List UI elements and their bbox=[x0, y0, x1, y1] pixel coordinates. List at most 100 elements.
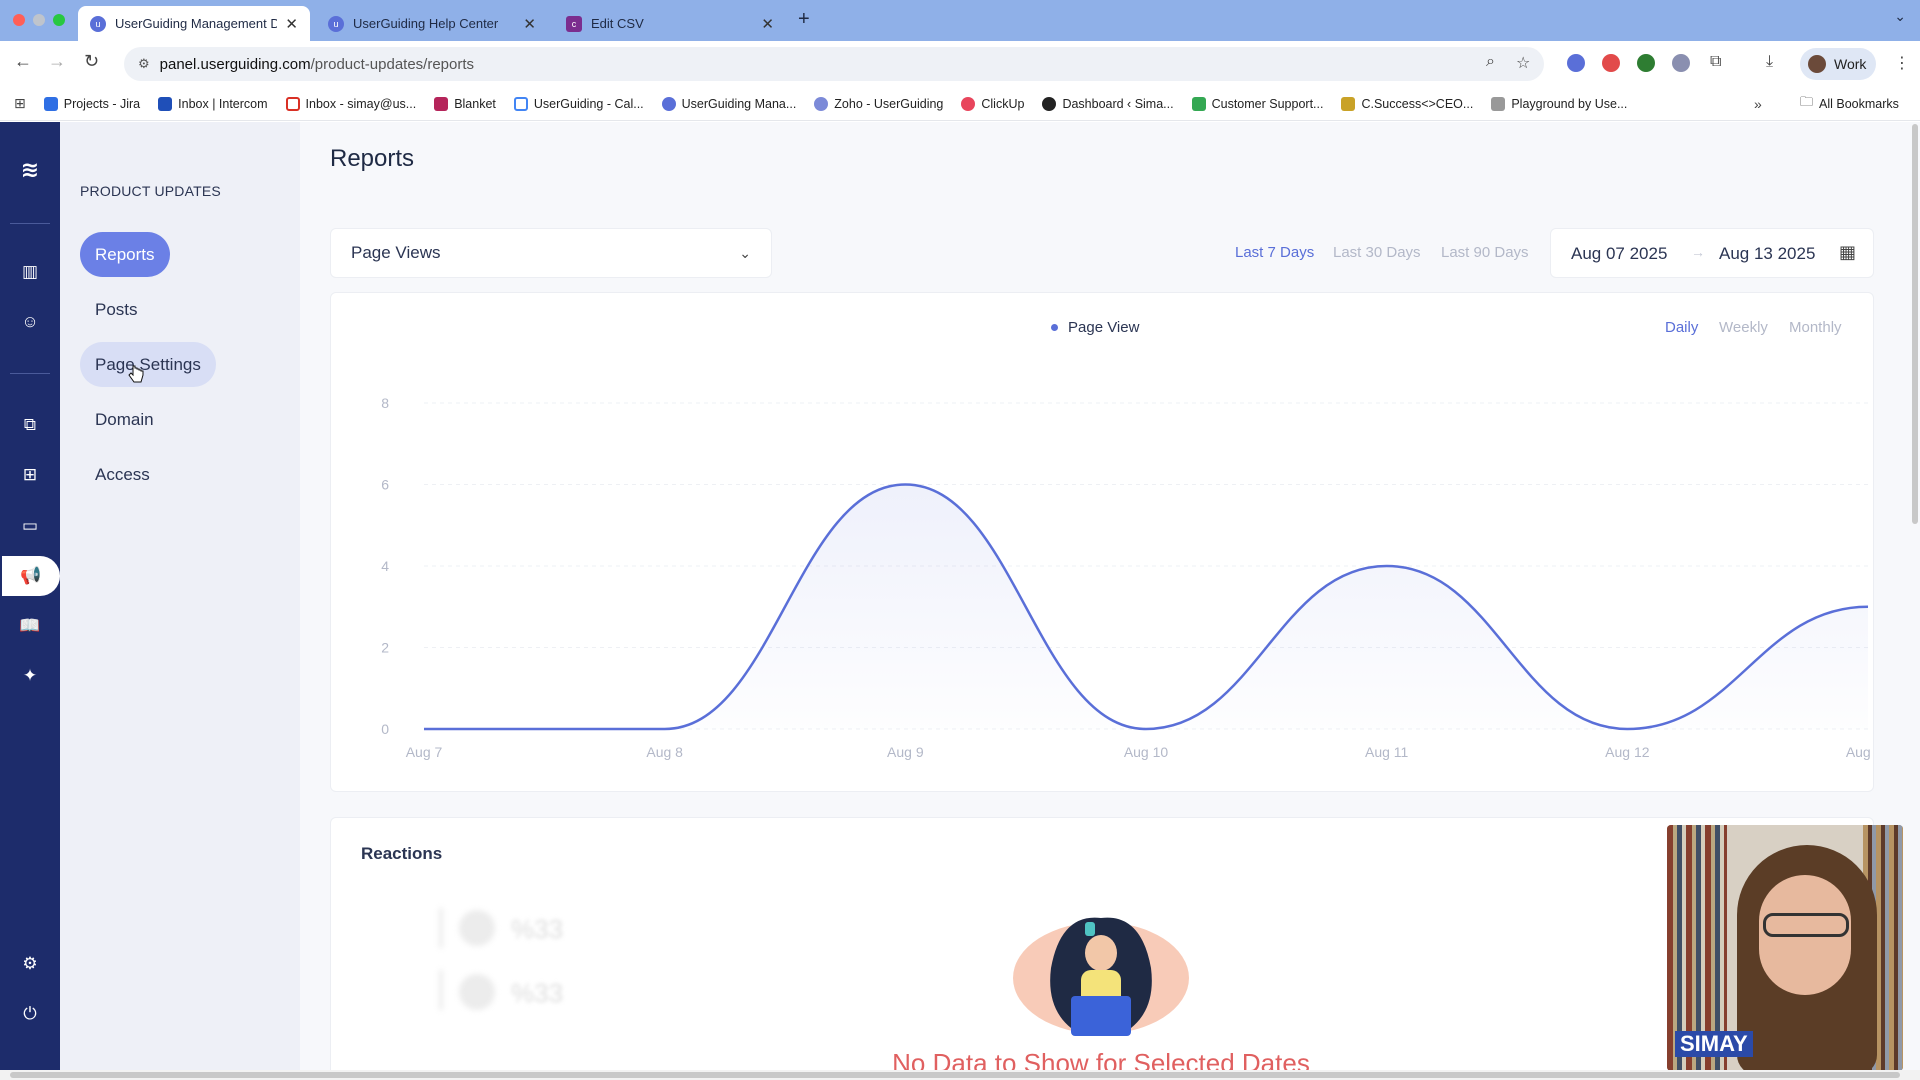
wordpress-icon bbox=[1042, 96, 1057, 111]
userguiding-favicon-icon: u bbox=[328, 15, 344, 32]
extension-icon[interactable] bbox=[1672, 54, 1690, 72]
guides-icon[interactable]: ⧉ bbox=[0, 405, 60, 445]
tab-search-chevron-icon[interactable]: ⌄ bbox=[1894, 8, 1906, 25]
close-tab-icon[interactable]: ✕ bbox=[285, 15, 298, 33]
y-tick-label: 8 bbox=[381, 395, 389, 411]
page-title: Reports bbox=[330, 145, 415, 172]
browser-toolbar: ← → ↻ ⚙ panel.userguiding.com/product-up… bbox=[0, 41, 1920, 87]
extension-icon[interactable] bbox=[1567, 54, 1585, 72]
jira-icon bbox=[43, 96, 58, 111]
bookmarks-bar: ⊞ Projects - Jira Inbox | Intercom Inbox… bbox=[0, 87, 1920, 121]
bookmark-item[interactable]: ClickUp bbox=[961, 96, 1024, 111]
close-window-icon[interactable] bbox=[13, 14, 25, 26]
x-tick-label: Aug 13 bbox=[1846, 744, 1875, 760]
bookmark-item[interactable]: UserGuiding - Cal... bbox=[513, 96, 644, 111]
new-tab-icon[interactable]: + bbox=[798, 8, 810, 31]
userguiding-logo-icon[interactable]: ≋ bbox=[0, 150, 60, 190]
placeholder-bar bbox=[439, 908, 443, 948]
sidebar-item-posts[interactable]: Posts bbox=[80, 287, 153, 332]
series-area bbox=[424, 484, 1868, 729]
metric-select[interactable]: Page Views ⌄ bbox=[330, 228, 772, 278]
logout-icon[interactable]: ⏻ bbox=[0, 994, 60, 1034]
x-tick-label: Aug 10 bbox=[1124, 744, 1169, 760]
maximize-window-icon[interactable] bbox=[53, 14, 65, 26]
userguiding-icon bbox=[661, 96, 676, 111]
calendar-icon[interactable]: ▦ bbox=[1839, 242, 1856, 263]
y-tick-label: 0 bbox=[381, 721, 389, 737]
range-last-7-days[interactable]: Last 7 Days bbox=[1235, 244, 1314, 261]
placeholder-percent: %33 bbox=[511, 978, 564, 1008]
placeholder-avatar bbox=[459, 974, 495, 1010]
google-drive-icon bbox=[1191, 96, 1206, 111]
users-icon[interactable]: ☺ bbox=[0, 302, 60, 342]
csv-favicon-icon: c bbox=[566, 15, 582, 32]
bookmark-item[interactable]: Customer Support... bbox=[1191, 96, 1323, 111]
address-bar[interactable]: ⚙ panel.userguiding.com/product-updates/… bbox=[124, 47, 1544, 81]
page-views-line-chart: 0 2 4 6 8 Aug 7 Aug 8 Aug 9 Aug 10 Aug 11 Aug 12 Au… bbox=[381, 395, 1875, 760]
y-tick-label: 4 bbox=[381, 558, 389, 574]
app-icon-rail: ≋ ▥ ☺ ⧉ ⊞ ▭ 📢 📖 ✦ ⚙ ⏻ bbox=[0, 122, 60, 1070]
bookmark-item[interactable]: Dashboard ‹ Sima... bbox=[1042, 96, 1174, 111]
glasses bbox=[1763, 913, 1849, 937]
date-range-picker[interactable]: Aug 07 2025 → Aug 13 2025 ▦ bbox=[1550, 228, 1874, 278]
messages-icon[interactable]: ▭ bbox=[0, 506, 60, 546]
bookmark-item[interactable]: Playground by Use... bbox=[1491, 96, 1627, 111]
profile-button[interactable]: Work bbox=[1800, 48, 1876, 80]
gmail-icon bbox=[285, 96, 300, 111]
ai-sparkle-icon[interactable]: ✦ bbox=[0, 656, 60, 696]
bookmark-item[interactable]: Projects - Jira bbox=[43, 96, 140, 111]
download-icon[interactable]: ⤓ bbox=[1766, 53, 1773, 71]
browser-tab-userguiding-management[interactable]: u UserGuiding Management Da ✕ bbox=[78, 6, 310, 41]
extension-icon[interactable] bbox=[1602, 54, 1620, 72]
bookmark-item[interactable]: UserGuiding Mana... bbox=[661, 96, 796, 111]
more-menu-icon[interactable]: ⋮ bbox=[1894, 53, 1910, 73]
vertical-scrollbar[interactable] bbox=[1910, 122, 1920, 1070]
x-tick-label: Aug 9 bbox=[887, 744, 924, 760]
x-tick-label: Aug 11 bbox=[1365, 744, 1409, 760]
site-info-icon[interactable]: ⚙ bbox=[138, 56, 150, 72]
layout-icon[interactable]: ⊞ bbox=[0, 455, 60, 495]
sidebar-item-reports[interactable]: Reports bbox=[80, 232, 170, 277]
menu-title: PRODUCT UPDATES bbox=[80, 183, 221, 199]
extensions-puzzle-icon[interactable]: ⧉ bbox=[1710, 53, 1721, 71]
reload-icon[interactable]: ↻ bbox=[84, 51, 99, 72]
product-updates-menu: PRODUCT UPDATES Reports Posts Page Setti… bbox=[60, 122, 300, 1070]
placeholder-percent: %33 bbox=[511, 914, 564, 944]
bookmark-item[interactable]: Zoho - UserGuiding bbox=[814, 96, 943, 111]
bookmark-item[interactable]: Blanket bbox=[434, 96, 496, 111]
range-last-90-days[interactable]: Last 90 Days bbox=[1441, 244, 1529, 261]
sidebar-item-page-settings[interactable]: Page Settings bbox=[80, 342, 216, 387]
y-tick-label: 6 bbox=[381, 477, 389, 493]
bookmark-favicon-icon bbox=[1341, 96, 1356, 111]
y-tick-label: 2 bbox=[381, 640, 389, 656]
zoom-icon[interactable]: ⌕ bbox=[1486, 53, 1495, 71]
minimize-window-icon[interactable] bbox=[33, 14, 45, 26]
userguiding-favicon-icon: u bbox=[90, 15, 106, 32]
sidebar-item-domain[interactable]: Domain bbox=[80, 397, 169, 442]
sidebar-item-access[interactable]: Access bbox=[80, 452, 165, 497]
more-bookmarks-icon[interactable]: » bbox=[1754, 96, 1762, 112]
close-tab-icon[interactable]: ✕ bbox=[761, 15, 774, 33]
bookmark-item[interactable]: Inbox | Intercom bbox=[158, 96, 268, 111]
all-bookmarks-button[interactable]: 🗀 All Bookmarks bbox=[1800, 93, 1899, 115]
horizontal-scrollbar[interactable] bbox=[0, 1070, 1920, 1080]
apps-grid-icon[interactable]: ⊞ bbox=[14, 95, 26, 112]
reactions-card: Reactions %33 %33 No Data to Show for Se… bbox=[330, 817, 1874, 1078]
browser-tab-help-center[interactable]: u UserGuiding Help Center ✕ bbox=[316, 6, 548, 41]
analytics-icon[interactable]: ▥ bbox=[0, 252, 60, 292]
settings-gear-icon[interactable]: ⚙ bbox=[0, 944, 60, 984]
forward-icon[interactable]: → bbox=[48, 51, 66, 72]
range-last-30-days[interactable]: Last 30 Days bbox=[1333, 244, 1421, 261]
bookmark-star-icon[interactable]: ☆ bbox=[1516, 53, 1530, 73]
extension-icon[interactable] bbox=[1637, 54, 1655, 72]
product-updates-megaphone-icon[interactable]: 📢 bbox=[2, 556, 60, 596]
folder-icon: 🗀 bbox=[1800, 93, 1814, 109]
x-tick-label: Aug 12 bbox=[1605, 744, 1650, 760]
back-icon[interactable]: ← bbox=[14, 51, 32, 72]
bookmark-item[interactable]: Inbox - simay@us... bbox=[285, 96, 416, 111]
bookmark-item[interactable]: C.Success<>CEO... bbox=[1341, 96, 1473, 111]
browser-tab-edit-csv[interactable]: c Edit CSV ✕ bbox=[554, 6, 786, 41]
placeholder-avatar bbox=[459, 910, 495, 946]
close-tab-icon[interactable]: ✕ bbox=[523, 15, 536, 33]
knowledge-base-book-icon[interactable]: 📖 bbox=[0, 606, 60, 646]
